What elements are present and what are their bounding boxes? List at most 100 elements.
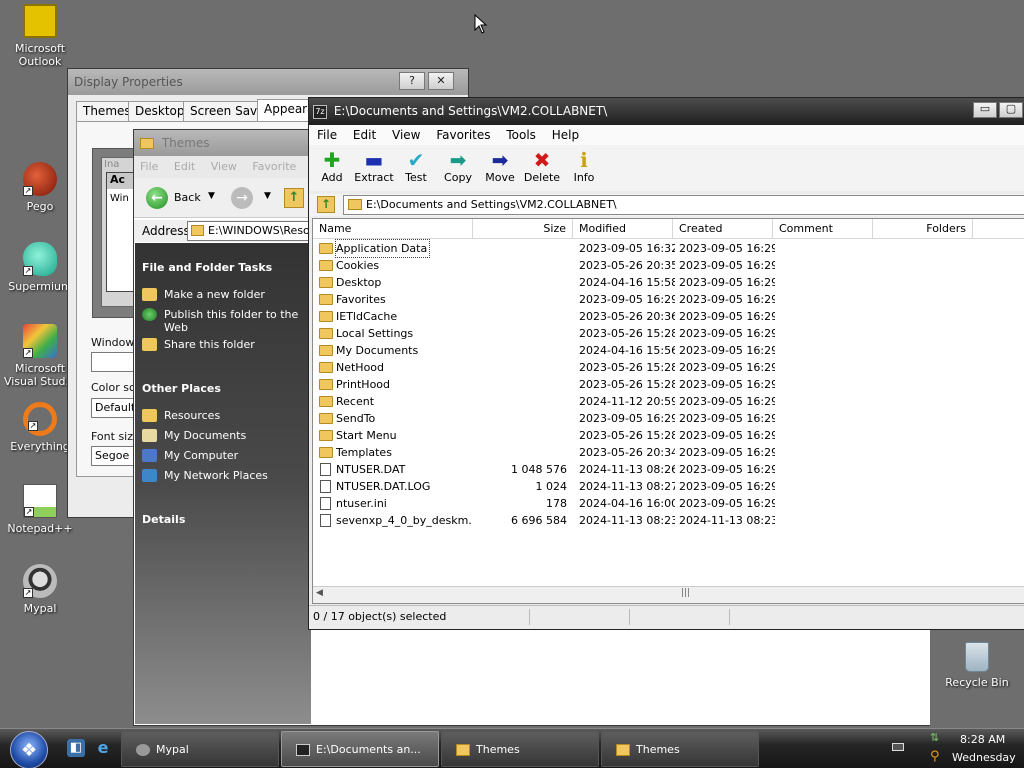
back-button[interactable]: ← Back ▼ (146, 187, 226, 211)
file-row[interactable]: PrintHood 2023-05-26 15:28 2023-09-05 16:2… (313, 376, 1024, 393)
network-places-icon (142, 469, 157, 482)
menu-file[interactable]: File (317, 128, 337, 142)
scroll-left-icon[interactable]: ◀ (316, 588, 323, 598)
column-header-name[interactable]: Name (313, 219, 473, 239)
file-row[interactable]: Cookies 2023-05-26 20:35 2023-09-05 16:29 (313, 257, 1024, 274)
file-row[interactable]: NetHood 2023-05-26 15:28 2023-09-05 16:29 (313, 359, 1024, 376)
file-row[interactable]: NTUSER.DAT 1 048 576 2024-11-13 08:26 2023-… (313, 461, 1024, 478)
extract-button[interactable]: ▬ Extract (353, 149, 395, 184)
menu-favorites[interactable]: Favorites (436, 128, 490, 142)
task-publish-folder[interactable]: Publish this folder to the Web (142, 308, 308, 334)
menu-favorites[interactable]: Favorite (252, 160, 296, 173)
folder-icon (319, 311, 333, 322)
file-row[interactable]: Local Settings 2023-05-26 15:28 2023-09-05… (313, 325, 1024, 342)
window-title: Display Properties (74, 75, 183, 89)
column-header-created[interactable]: Created (673, 219, 773, 239)
file-row[interactable]: sevenxp_4_0_by_deskm... 6 696 584 2024-11-… (313, 512, 1024, 529)
close-button[interactable]: ✕ (428, 72, 454, 90)
chevron-down-icon[interactable]: ▼ (264, 191, 271, 201)
desktop-icon-mypal[interactable]: ↗ Mypal (2, 564, 78, 615)
file-row[interactable]: Templates 2023-05-26 20:34 2023-09-05 16:2… (313, 444, 1024, 461)
sevenzip-toolbar: ✚ Add ▬ Extract ✔ Test ➡ Copy ➡ Move ✖ D… (309, 145, 1024, 191)
desktop-icon-outlook[interactable]: Microsoft Outlook (2, 4, 78, 68)
file-row[interactable]: Start Menu 2023-05-26 15:28 2023-09-05 16:… (313, 427, 1024, 444)
file-row[interactable]: Desktop 2024-04-16 15:58 2023-09-05 16:29 (313, 274, 1024, 291)
path-input[interactable]: E:\Documents and Settings\VM2.COLLABNET\ (343, 195, 1024, 215)
cell-created: 2023-09-05 16:29 (679, 429, 775, 442)
file-row[interactable]: NTUSER.DAT.LOG 1 024 2024-11-13 08:27 2023-… (313, 478, 1024, 495)
menu-edit[interactable]: Edit (174, 160, 195, 173)
cell-created: 2023-09-05 16:29 (679, 463, 775, 476)
tab-desktop[interactable]: Desktop (128, 101, 192, 121)
window-title: E:\Documents and Settings\VM2.COLLABNET\ (333, 104, 608, 118)
cell-name: PrintHood (336, 378, 391, 391)
file-row[interactable]: ntuser.ini 178 2024-04-16 16:00 2023-09-05 … (313, 495, 1024, 512)
menu-tools[interactable]: Tools (506, 128, 536, 142)
column-header-size[interactable]: Size (473, 219, 573, 239)
task-sevenzip[interactable]: E:\Documents an... (281, 731, 439, 767)
column-header-folders[interactable]: Folders (873, 219, 973, 239)
menu-help[interactable]: Help (552, 128, 579, 142)
clock-time[interactable]: 8:28 AM (960, 733, 1005, 746)
keyboard-icon[interactable] (892, 743, 904, 751)
column-header-modified[interactable]: Modified (573, 219, 673, 239)
column-header-comment[interactable]: Comment (773, 219, 873, 239)
add-button[interactable]: ✚ Add (311, 149, 353, 184)
up-folder-icon[interactable]: ↑ (284, 188, 304, 208)
menu-view[interactable]: View (392, 128, 420, 142)
place-my-documents[interactable]: My Documents (142, 429, 308, 442)
file-list[interactable]: Name Size Modified Created Comment Folde… (312, 218, 1024, 604)
place-resources[interactable]: Resources (142, 409, 308, 422)
place-my-computer[interactable]: My Computer (142, 449, 308, 462)
move-button[interactable]: ➡ Move (479, 149, 521, 184)
desktop-icon-recycle-bin[interactable]: Recycle Bin (930, 630, 1024, 726)
globe-icon (142, 308, 157, 321)
delete-button[interactable]: ✖ Delete (521, 149, 563, 184)
network-icon[interactable]: ⇅ (930, 732, 942, 744)
file-row[interactable]: Favorites 2023-09-05 16:29 2023-09-05 16:2… (313, 291, 1024, 308)
info-button[interactable]: ℹ Info (563, 149, 605, 184)
themes-menubar: File Edit View Favorite (134, 156, 314, 178)
clock-day[interactable]: Wednesday (952, 751, 1016, 764)
start-button[interactable]: ❖ (10, 731, 48, 768)
cell-created: 2023-09-05 16:29 (679, 497, 775, 510)
desktop-icon-label: Microsoft Visual Stud... (3, 362, 77, 388)
up-folder-icon[interactable]: ↑ (317, 196, 335, 213)
task-share-folder[interactable]: Share this folder (142, 338, 308, 351)
help-button[interactable]: ? (399, 72, 425, 90)
file-row[interactable]: Application Data 2023-09-05 16:32 2023-09-… (313, 239, 1024, 258)
file-row[interactable]: Recent 2024-11-12 20:59 2023-09-05 16:29 (313, 393, 1024, 410)
scroll-thumb-grip-icon[interactable]: ||| (681, 588, 690, 598)
cell-size: 6 696 584 (511, 514, 567, 527)
task-mypal[interactable]: Mypal (121, 731, 279, 767)
file-row[interactable]: SendTo 2023-09-05 16:29 2023-09-05 16:29 (313, 410, 1024, 427)
copy-button[interactable]: ➡ Copy (437, 149, 479, 184)
folder-icon (142, 409, 157, 422)
search-icon[interactable]: ⚲ (930, 750, 944, 764)
address-input[interactable]: E:\WINDOWS\Reso (187, 221, 317, 241)
menu-file[interactable]: File (140, 160, 158, 173)
selection-status: 0 / 17 object(s) selected (313, 610, 447, 623)
cell-modified: 2023-09-05 16:29 (579, 293, 675, 306)
menu-edit[interactable]: Edit (353, 128, 376, 142)
cell-modified: 2023-05-26 20:36 (579, 310, 675, 323)
test-button[interactable]: ✔ Test (395, 149, 437, 184)
show-desktop-icon[interactable]: ◧ (67, 739, 85, 757)
horizontal-scrollbar[interactable]: ◀ ||| (313, 586, 1024, 603)
maximize-button[interactable]: ▢ (999, 102, 1023, 118)
task-themes-1[interactable]: Themes (441, 731, 599, 767)
file-icon (320, 514, 331, 527)
menu-view[interactable]: View (211, 160, 237, 173)
file-row[interactable]: IETldCache 2023-05-26 20:36 2023-09-05 16:… (313, 308, 1024, 325)
forward-arrow-icon[interactable]: → (231, 187, 253, 209)
task-themes-2[interactable]: Themes (601, 731, 759, 767)
minimize-button[interactable]: ▭ (973, 102, 997, 118)
cell-created: 2023-09-05 16:29 (679, 259, 775, 272)
internet-explorer-icon[interactable]: e (94, 739, 112, 757)
sevenzip-titlebar[interactable]: 7z E:\Documents and Settings\VM2.COLLABN… (309, 98, 1024, 125)
place-my-network-places[interactable]: My Network Places (142, 469, 308, 482)
cell-size: 1 048 576 (511, 463, 567, 476)
task-make-new-folder[interactable]: Make a new folder (142, 288, 308, 301)
file-row[interactable]: My Documents 2024-04-16 15:56 2023-09-05 1… (313, 342, 1024, 359)
task-label: Make a new folder (164, 288, 265, 301)
